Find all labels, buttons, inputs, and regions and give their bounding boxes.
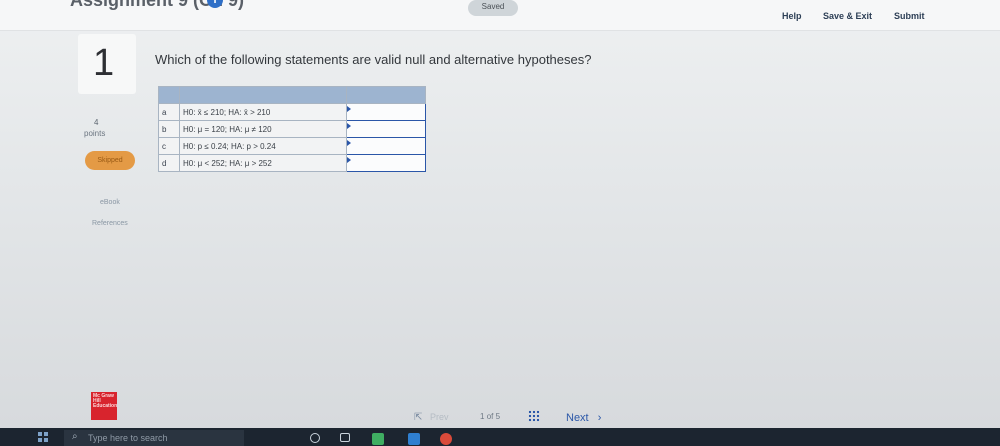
question-text: Which of the following statements are va… bbox=[155, 52, 592, 67]
table-row: c H0: p ≤ 0.24; HA: p > 0.24 bbox=[158, 137, 426, 155]
points-label: points bbox=[84, 129, 106, 138]
help-link[interactable]: Help bbox=[782, 11, 802, 21]
row-statement: H0: p ≤ 0.24; HA: p > 0.24 bbox=[179, 137, 347, 155]
table-row: d H0: μ < 252; HA: μ > 252 bbox=[158, 154, 426, 172]
next-label: Next bbox=[566, 412, 589, 424]
references-link[interactable]: References bbox=[92, 220, 128, 227]
table-row: a H0: x̄ ≤ 210; HA: x̄ > 210 bbox=[158, 103, 426, 121]
task-view-icon[interactable] bbox=[340, 433, 350, 442]
row-statement: H0: μ = 120; HA: μ ≠ 120 bbox=[179, 120, 347, 138]
answer-dropdown[interactable] bbox=[346, 137, 426, 155]
submit-link[interactable]: Submit bbox=[894, 11, 925, 21]
header-cell-answer bbox=[346, 86, 426, 104]
page-indicator: 1 of 5 bbox=[480, 412, 500, 421]
page-of-label: of bbox=[486, 412, 494, 421]
hypotheses-table: a H0: x̄ ≤ 210; HA: x̄ > 210 b H0: μ = 1… bbox=[158, 86, 426, 172]
answer-dropdown[interactable] bbox=[346, 154, 426, 172]
row-letter: a bbox=[158, 103, 180, 121]
table-row: b H0: μ = 120; HA: μ ≠ 120 bbox=[158, 120, 426, 138]
dropdown-arrow-icon bbox=[347, 106, 351, 112]
screen: Assignment 9 (Ch 9) i Saved Help Save & … bbox=[0, 0, 1000, 446]
header-cell-statement bbox=[179, 86, 347, 104]
question-grid-icon[interactable] bbox=[528, 410, 540, 422]
mcgraw-hill-logo: Mc Graw Hill Education bbox=[91, 392, 117, 420]
cursor-icon: ⇱ bbox=[414, 412, 423, 423]
question-number: 1 bbox=[93, 42, 115, 84]
save-exit-link[interactable]: Save & Exit bbox=[823, 11, 872, 21]
dropdown-arrow-icon bbox=[347, 123, 351, 129]
cortana-icon[interactable] bbox=[310, 433, 320, 443]
windows-start-icon[interactable] bbox=[38, 432, 48, 442]
row-letter: c bbox=[158, 137, 180, 155]
app-icon-blue[interactable] bbox=[408, 433, 420, 445]
dropdown-arrow-icon bbox=[347, 140, 351, 146]
search-icon: ⌕ bbox=[72, 431, 78, 442]
app-icon-green[interactable] bbox=[372, 433, 384, 445]
row-statement: H0: x̄ ≤ 210; HA: x̄ > 210 bbox=[179, 103, 347, 121]
answer-dropdown[interactable] bbox=[346, 120, 426, 138]
saved-status-badge: Saved bbox=[468, 0, 518, 16]
page-current: 1 bbox=[480, 412, 485, 421]
taskbar-search-input[interactable]: Type here to search bbox=[64, 430, 244, 446]
row-letter: d bbox=[158, 154, 180, 172]
app-icon-red[interactable] bbox=[440, 433, 452, 445]
points-value: 4 bbox=[94, 118, 99, 127]
row-statement: H0: μ < 252; HA: μ > 252 bbox=[179, 154, 347, 172]
page-total: 5 bbox=[495, 412, 501, 421]
prev-button[interactable]: Prev bbox=[430, 412, 449, 422]
row-letter: b bbox=[158, 120, 180, 138]
next-button[interactable]: Next › bbox=[566, 412, 601, 424]
ebook-link[interactable]: eBook bbox=[100, 199, 120, 206]
chevron-right-icon: › bbox=[597, 412, 602, 424]
dropdown-arrow-icon bbox=[347, 157, 351, 163]
skipped-badge: Skipped bbox=[85, 151, 135, 170]
header-cell-letter bbox=[158, 86, 180, 104]
table-header-row bbox=[158, 86, 426, 104]
answer-dropdown[interactable] bbox=[346, 103, 426, 121]
